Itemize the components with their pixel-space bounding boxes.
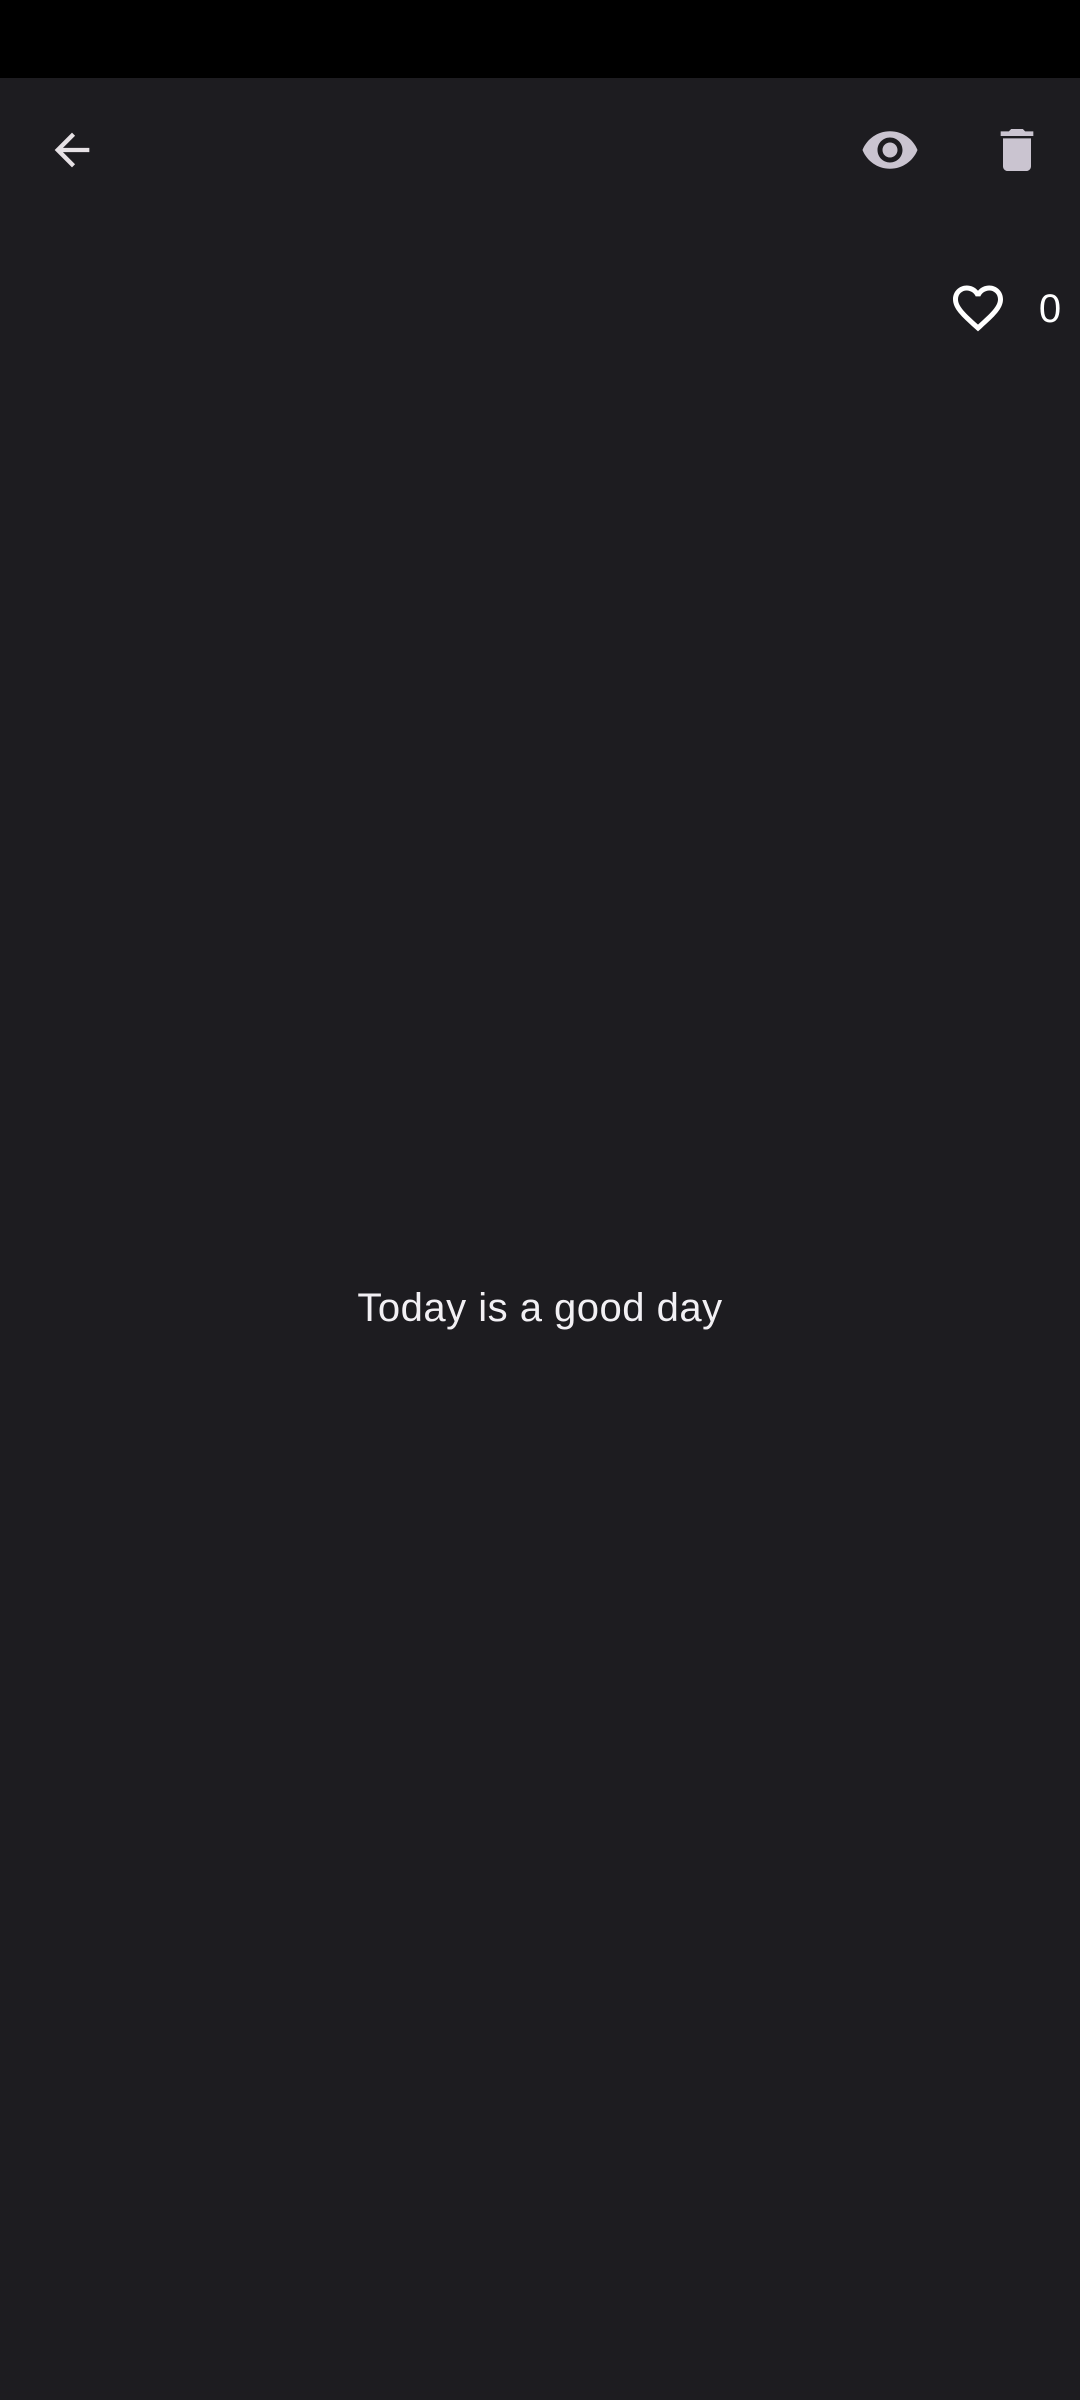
eye-icon	[860, 120, 920, 185]
delete-button[interactable]	[967, 102, 1067, 202]
trash-icon	[989, 122, 1045, 183]
top-app-bar	[0, 78, 1080, 226]
arrow-back-icon	[46, 124, 98, 181]
screen: 0 Today is a good day	[0, 0, 1080, 2400]
like-count: 0	[1038, 287, 1062, 331]
back-button[interactable]	[22, 102, 122, 202]
status-bar	[0, 0, 1080, 78]
like-button[interactable]	[930, 262, 1026, 358]
heart-outline-icon	[948, 278, 1008, 343]
visibility-button[interactable]	[840, 102, 940, 202]
like-row: 0	[900, 262, 1070, 358]
message-text: Today is a good day	[357, 1286, 723, 1330]
